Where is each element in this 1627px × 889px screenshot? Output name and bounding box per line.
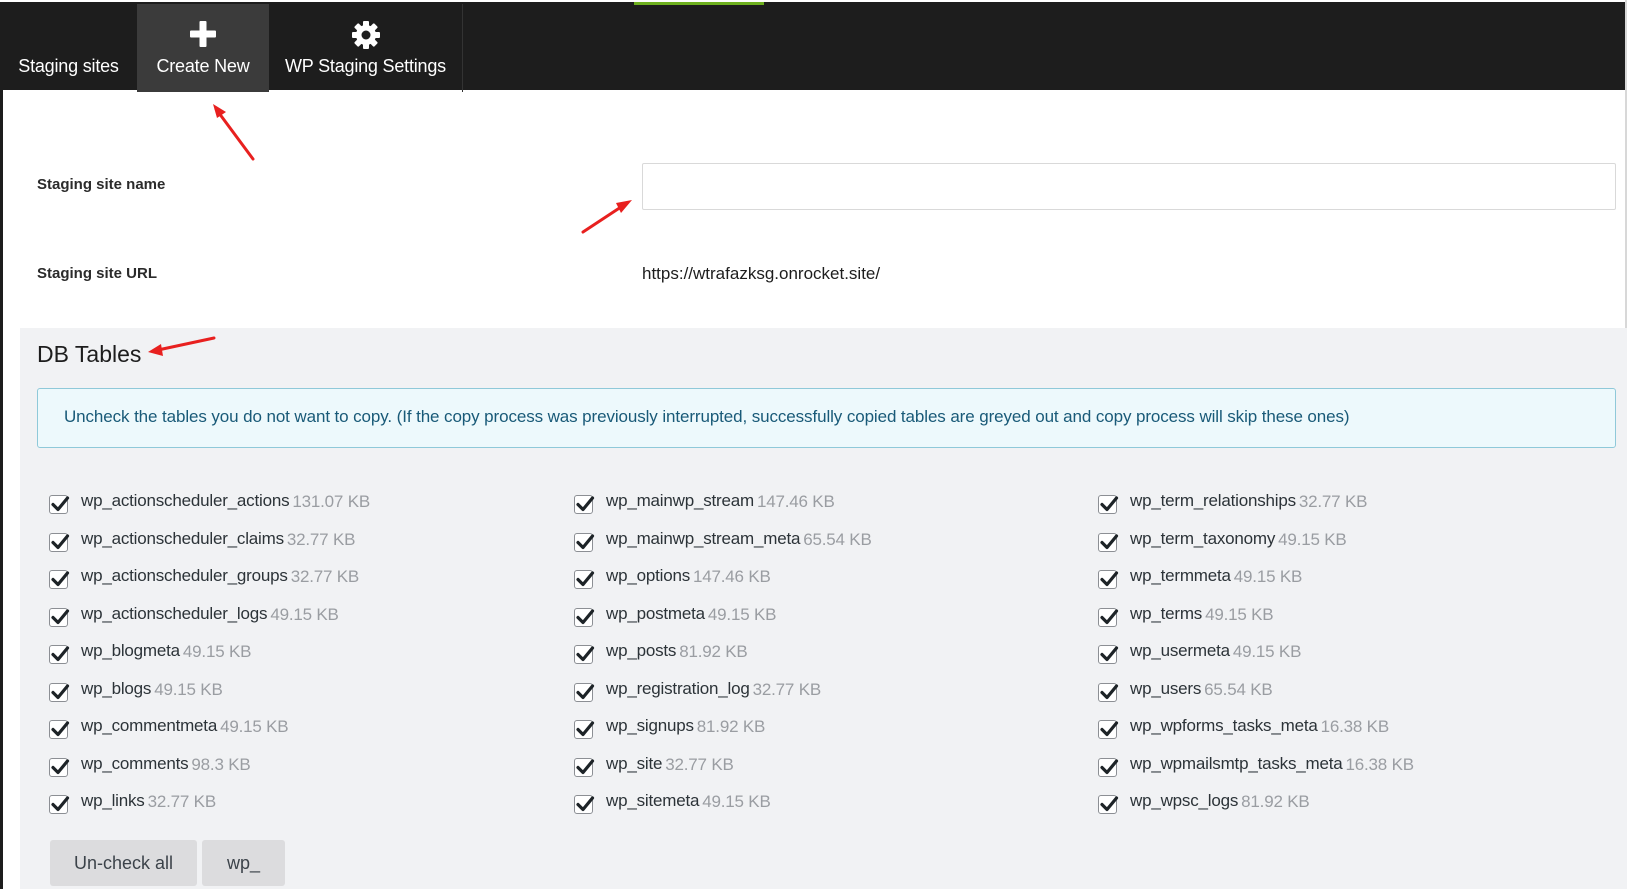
annotation-arrow-site-name [581,203,626,234]
annotation-arrows [148,104,632,356]
annotation-arrowhead-create-new [213,104,226,118]
annotation-arrowhead-site-name [616,200,632,213]
annotation-arrow-db-tables [156,336,216,352]
annotation-arrow-create-new [214,107,255,161]
annotation-arrowhead-db-tables [148,344,163,356]
